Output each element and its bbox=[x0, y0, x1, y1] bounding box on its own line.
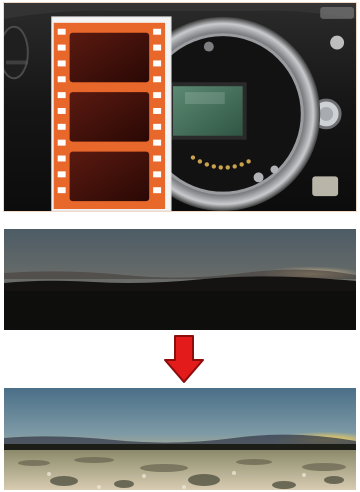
arrow-down-icon bbox=[164, 335, 204, 383]
camera-with-film-image bbox=[3, 2, 357, 212]
corrected-landscape-image bbox=[4, 388, 356, 490]
film-strip bbox=[53, 22, 166, 210]
bright-landscape-illustration bbox=[4, 388, 356, 490]
dark-landscape-illustration bbox=[4, 229, 356, 330]
underexposed-landscape-image bbox=[4, 229, 356, 330]
down-arrow-icon bbox=[162, 334, 206, 384]
camera-illustration bbox=[4, 3, 356, 211]
